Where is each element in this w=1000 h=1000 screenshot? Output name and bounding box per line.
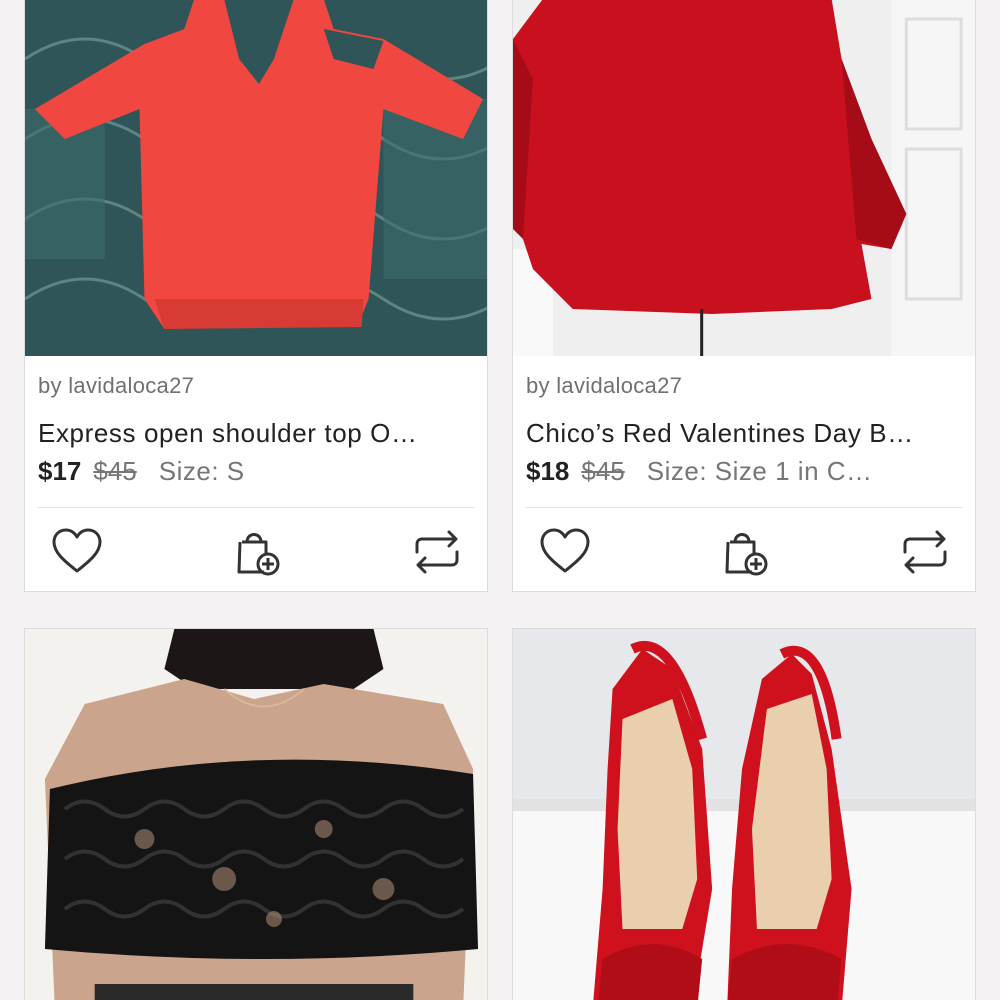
listing-photo[interactable] [25,0,487,356]
listing-card[interactable]: by lavidaloca27 Chico’s Red Valentines D… [512,0,976,592]
listing-title[interactable]: Chico’s Red Valentines Day B… [526,418,966,449]
listing-info: by lavidaloca27 Express open shoulder to… [25,356,487,591]
seller-name[interactable]: by lavidaloca27 [38,373,194,399]
divider [38,507,474,508]
add-to-bundle-button[interactable] [230,524,286,580]
heart-icon [540,528,590,573]
divider [526,507,962,508]
listing-photo[interactable] [513,629,975,1000]
listing-photo[interactable] [25,629,487,1000]
original-price: $45 [93,456,137,486]
size-label: Size: S [158,456,245,486]
original-price: $45 [581,456,625,486]
listing-card[interactable]: by lavidaloca27 Express open shoulder to… [24,0,488,592]
price: $18 [526,456,570,486]
share-arrows-icon [415,530,459,574]
listing-card[interactable] [512,628,976,1000]
add-to-bundle-button[interactable] [718,524,774,580]
listing-title[interactable]: Express open shoulder top O… [38,418,478,449]
like-button[interactable] [49,524,105,580]
shopping-bag-plus-icon [237,533,280,576]
price-row: $17 $45 Size: S [38,456,478,487]
share-button[interactable] [409,524,465,580]
share-button[interactable] [897,524,953,580]
price: $17 [38,456,82,486]
share-arrows-icon [903,530,947,574]
listing-card[interactable] [24,628,488,1000]
heart-icon [52,528,102,573]
seller-name[interactable]: by lavidaloca27 [526,373,682,399]
size-label: Size: Size 1 in C… [646,456,873,486]
listing-photo[interactable] [513,0,975,356]
listing-info: by lavidaloca27 Chico’s Red Valentines D… [513,356,975,591]
price-row: $18 $45 Size: Size 1 in C… [526,456,966,487]
shopping-bag-plus-icon [725,533,768,576]
like-button[interactable] [537,524,593,580]
